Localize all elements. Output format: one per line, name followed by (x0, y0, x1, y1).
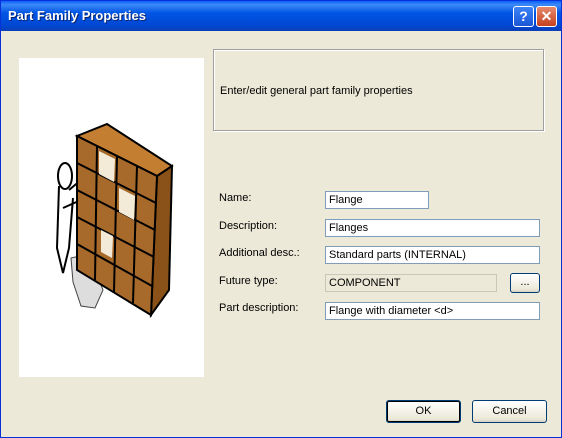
future-type-field: COMPONENT (325, 274, 497, 292)
dialog-client: Enter/edit general part family propertie… (1, 31, 561, 437)
name-label: Name: (219, 192, 252, 204)
help-button[interactable]: ? (513, 6, 534, 27)
name-field[interactable]: Flange (325, 191, 429, 209)
shelf-person-image (55, 122, 174, 319)
future-type-browse-button[interactable]: ... (510, 273, 540, 293)
cancel-button[interactable]: Cancel (472, 400, 547, 423)
window-title: Part Family Properties (8, 8, 146, 23)
shelf-illustration (19, 58, 204, 377)
part-description-field[interactable]: Flange with diameter <d> (325, 302, 540, 320)
part-description-label: Part description: (219, 302, 299, 314)
future-type-label: Future type: (219, 275, 278, 287)
additional-desc-field[interactable]: Standard parts (INTERNAL) (325, 246, 540, 264)
info-panel: Enter/edit general part family propertie… (213, 49, 544, 131)
info-text: Enter/edit general part family propertie… (220, 85, 413, 97)
dialog-window: Part Family Properties ? ✕ Enter/edit ge… (0, 0, 562, 438)
description-label: Description: (219, 220, 278, 232)
title-bar[interactable]: Part Family Properties ? ✕ (1, 1, 561, 31)
description-field[interactable]: Flanges (325, 219, 540, 237)
additional-desc-label: Additional desc.: (219, 247, 300, 259)
ok-button[interactable]: OK (386, 400, 461, 423)
close-button[interactable]: ✕ (536, 6, 557, 27)
